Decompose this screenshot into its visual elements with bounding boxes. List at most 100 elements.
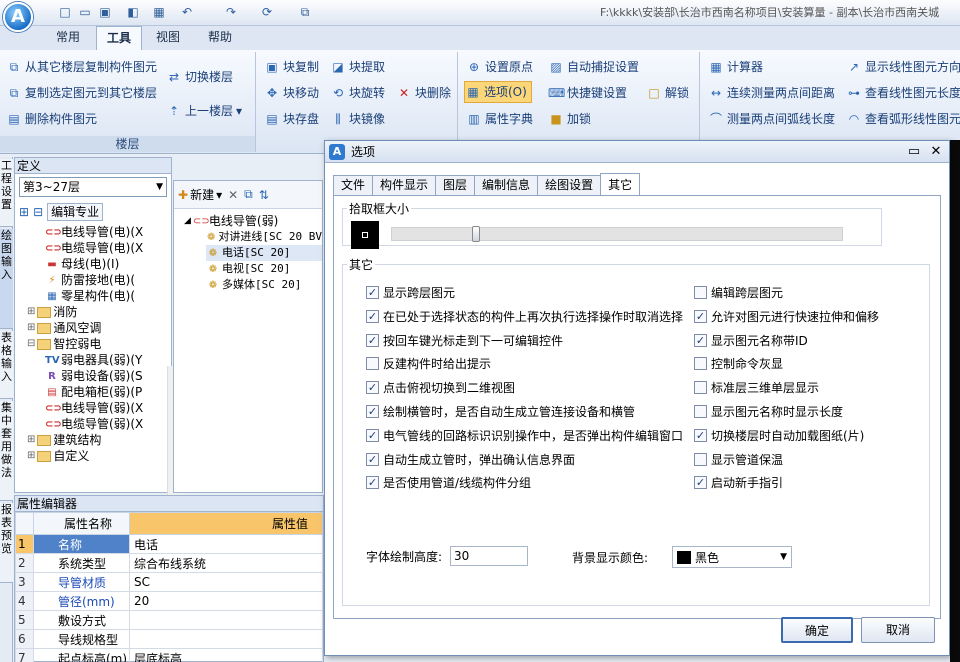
block-rotate-button[interactable]: ⟲ 块旋转 [330, 82, 385, 104]
attr-dict-button[interactable]: ▥ 属性字典 [466, 108, 533, 130]
cancel-button[interactable]: 取消 [861, 617, 935, 643]
checkbox-checked-icon[interactable]: ✓ [366, 333, 379, 347]
show-direction-button[interactable]: ↗ 显示线性图元方向 [846, 56, 960, 78]
tree-item[interactable]: ⊂⊃ 电线导管(弱)(X [15, 400, 171, 416]
bg-color-select[interactable]: 黑色 ▼ [672, 546, 793, 568]
vtab-drawing-input[interactable]: 绘图输入 [0, 229, 13, 329]
property-value[interactable]: 层底标高 [129, 648, 323, 662]
new-button[interactable]: ✚ 新建 ▾ [178, 186, 222, 203]
checkbox-unchecked-icon[interactable] [694, 452, 707, 466]
option-checkbox[interactable]: 显示图元名称时显示长度 [694, 403, 843, 420]
collapse-icon[interactable]: ⊟ [27, 336, 35, 352]
tree-item[interactable]: ▦ 零星构件(电)( [15, 288, 171, 304]
vtab-project-settings[interactable]: 工程设置 [0, 159, 13, 227]
option-checkbox[interactable]: ✓ 是否使用管道/线缆构件分组 [366, 474, 531, 491]
calculator-button[interactable]: ▦ 计算器 [708, 56, 763, 78]
app-logo-icon[interactable]: A [3, 2, 33, 32]
option-checkbox[interactable]: ✓ 启动新手指引 [694, 474, 783, 491]
lock-button[interactable]: ■ 加锁 [548, 108, 591, 130]
tab-layer[interactable]: 图层 [435, 175, 476, 195]
block-move-button[interactable]: ✥ 块移动 [264, 82, 319, 104]
shortcut-button[interactable]: ⌨ 快捷键设置 [548, 82, 627, 104]
tab-tools[interactable]: 工具 [96, 26, 143, 50]
tab-drawing-settings[interactable]: 绘图设置 [537, 175, 602, 195]
property-value[interactable] [129, 629, 323, 649]
expand-icon[interactable]: ⊞ [27, 432, 35, 448]
tree-item[interactable]: R 弱电设备(弱)(S [15, 368, 171, 384]
autosnap-button[interactable]: ▨ 自动捕捉设置 [548, 56, 639, 78]
tab-file[interactable]: 文件 [333, 175, 374, 195]
delete-elements-button[interactable]: ▤ 删除构件图元 [6, 108, 97, 130]
property-row[interactable]: 5 敷设方式 [15, 610, 323, 630]
expand-icon[interactable]: ⊞ [27, 304, 35, 320]
option-checkbox[interactable]: 显示管道保温 [694, 451, 783, 468]
option-checkbox[interactable]: ✓ 自动生成立管时，弹出确认信息界面 [366, 451, 575, 468]
component-item[interactable]: ❁ 电话[SC 20] [206, 245, 322, 261]
expand-all-icon[interactable]: ⊞ [19, 205, 29, 219]
option-checkbox[interactable]: 标准层三维单层显示 [694, 379, 819, 396]
tab-view[interactable]: 视图 [146, 26, 190, 50]
tree-item[interactable]: ⊂⊃ 电缆导管(电)(X [15, 240, 171, 256]
option-checkbox[interactable]: 反建构件时给出提示 [366, 355, 491, 372]
tree-item[interactable]: ⊟ 智控弱电 [15, 336, 171, 352]
tab-component-display[interactable]: 构件显示 [372, 175, 437, 195]
property-value[interactable]: SC [129, 572, 323, 592]
component-item[interactable]: ❁ 电视[SC 20] [206, 261, 322, 277]
option-checkbox[interactable]: ✓ 绘制横管时，是否自动生成立管连接设备和横管 [366, 403, 635, 420]
property-row[interactable]: 3 导管材质 SC [15, 572, 323, 592]
undo-icon[interactable]: ↶ [178, 4, 196, 21]
block-extract-button[interactable]: ◪ 块提取 [330, 56, 385, 78]
set-origin-button[interactable]: ⊕ 设置原点 [466, 56, 533, 78]
component-root[interactable]: ◢ ⊂⊃ 电线导管(弱) [184, 213, 322, 229]
option-checkbox[interactable]: ✓ 按回车键光标走到下一可编辑控件 [366, 332, 563, 349]
checkbox-checked-icon[interactable]: ✓ [366, 428, 379, 442]
measure-arc-button[interactable]: ⌒ 测量两点间弧线长度 [708, 108, 835, 130]
vtab-table-input[interactable]: 表格输入 [0, 331, 13, 399]
property-row[interactable]: 7 起点标高(m) 层底标高 [15, 648, 323, 662]
option-checkbox[interactable]: ✓ 显示图元名称带ID [694, 332, 808, 349]
refresh-icon[interactable]: ⟳ [258, 4, 276, 21]
checkbox-checked-icon[interactable]: ✓ [366, 452, 379, 466]
checkbox-checked-icon[interactable]: ✓ [366, 381, 379, 395]
component-item[interactable]: ❁ 多媒体[SC 20] [206, 277, 322, 293]
tree-item[interactable]: ⊞ 建筑结构 [15, 432, 171, 448]
tree-item[interactable]: ⊞ 自定义 [15, 448, 171, 464]
checkbox-checked-icon[interactable]: ✓ [694, 309, 707, 323]
checkbox-checked-icon[interactable]: ✓ [366, 309, 379, 323]
tree-item[interactable]: ⊞ 消防 [15, 304, 171, 320]
switch-floor-button[interactable]: ⇄ 切换楼层 [166, 66, 233, 88]
continuous-measure-button[interactable]: ↔ 连续测量两点间距离 [708, 82, 835, 104]
checkbox-checked-icon[interactable]: ✓ [366, 286, 379, 299]
checkbox-unchecked-icon[interactable] [366, 357, 379, 371]
tree-item[interactable]: ⊂⊃ 电缆导管(弱)(X [15, 416, 171, 432]
checkbox-unchecked-icon[interactable] [694, 286, 707, 299]
checkbox-checked-icon[interactable]: ✓ [366, 405, 379, 418]
tab-common[interactable]: 常用 [46, 26, 90, 50]
sort-icon[interactable]: ⇅ [259, 188, 269, 202]
property-value[interactable] [129, 610, 323, 630]
property-row[interactable]: 1 名称 电话 [15, 534, 323, 554]
property-value[interactable]: 综合布线系统 [129, 553, 323, 573]
tree-item[interactable]: ▤ 配电箱柜(弱)(P [15, 384, 171, 400]
open-folder-icon[interactable]: ▭ [76, 4, 94, 21]
options-button[interactable]: ▦ 选项(O) [464, 81, 532, 103]
excel-icon[interactable]: ▦ [150, 4, 168, 21]
tab-help[interactable]: 帮助 [198, 26, 242, 50]
checkbox-unchecked-icon[interactable] [694, 357, 707, 371]
tree-item[interactable]: ⊂⊃ 电线导管(电)(X [15, 224, 171, 240]
option-checkbox[interactable]: ✓ 切换楼层时自动加载图纸(片) [694, 427, 864, 444]
save-icon[interactable]: ▣ [96, 4, 114, 21]
option-checkbox[interactable]: ✓ 显示跨层图元 [366, 284, 455, 301]
property-row[interactable]: 6 导线规格型 [15, 629, 323, 649]
export-icon[interactable]: ◧ [124, 4, 142, 21]
ok-button[interactable]: 确定 [781, 617, 853, 643]
tree-item[interactable]: TV 弱电器具(弱)(Y [15, 352, 171, 368]
tab-compile-info[interactable]: 编制信息 [474, 175, 539, 195]
property-value[interactable]: 20 [129, 591, 323, 611]
block-copy-button[interactable]: ▣ 块复制 [264, 56, 319, 78]
block-mirror-button[interactable]: ⫼ 块镜像 [330, 108, 385, 130]
option-checkbox[interactable]: ✓ 允许对图元进行快速拉伸和偏移 [694, 308, 879, 325]
copy-from-floor-button[interactable]: ⧉ 从其它楼层复制构件图元 [6, 56, 157, 78]
redo-icon[interactable]: ↷ [222, 4, 240, 21]
option-checkbox[interactable]: ✓ 电气管线的回路标识识别操作中，是否弹出构件编辑窗口 [366, 427, 683, 444]
